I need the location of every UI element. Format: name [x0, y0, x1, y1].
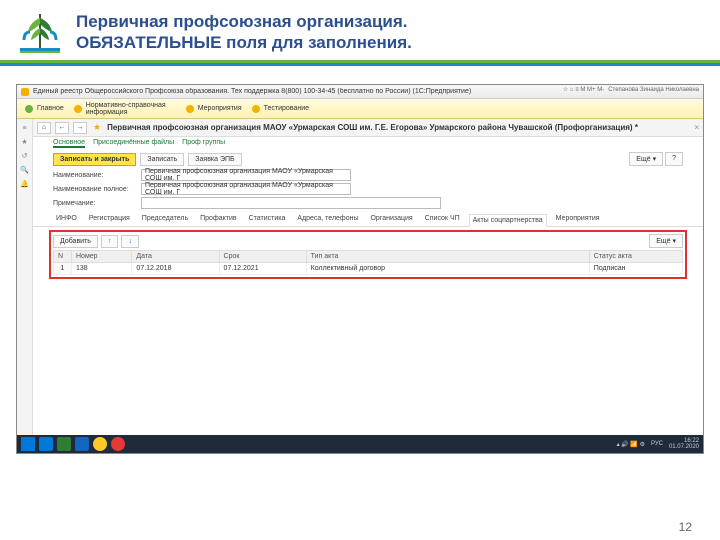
app-window: Единый реестр Общероссийского Профсоюза …	[16, 84, 704, 454]
field-note: Примечание:	[33, 196, 703, 210]
tab-info[interactable]: ИНФО	[53, 213, 80, 226]
tab-chp[interactable]: Список ЧП	[422, 213, 463, 226]
rail-bell-icon[interactable]: 🔔	[20, 179, 30, 189]
form-subtabs: Основное Присоединённые файлы Проф групп…	[33, 137, 703, 150]
close-tab-icon[interactable]: ×	[694, 123, 699, 132]
window-corner-controls[interactable]: ☆ ⌂ ≡ M M+ M- Степанова Зинаида Николаев…	[563, 86, 699, 93]
tray-icons[interactable]: ▴ 🔊 📶 ⚙	[617, 441, 645, 448]
acts-table: N Номер Дата Срок Тип акта Статус акта 1…	[53, 250, 683, 275]
task-icon[interactable]	[39, 437, 53, 451]
leaf-icon	[25, 105, 33, 113]
col-date[interactable]: Дата	[132, 251, 219, 263]
windows-taskbar[interactable]: ▴ 🔊 📶 ⚙ РУС 16:22 01.07.2020	[17, 435, 703, 453]
task-icon[interactable]	[111, 437, 125, 451]
window-titlebar[interactable]: Единый реестр Общероссийского Профсоюза …	[17, 85, 703, 99]
back-button[interactable]: ←	[55, 122, 69, 134]
menu-main[interactable]: Главное	[25, 105, 64, 113]
tab-chairman[interactable]: Председатель	[139, 213, 191, 226]
rail-star-icon[interactable]: ★	[20, 137, 30, 147]
start-button[interactable]	[21, 437, 35, 451]
window-user[interactable]: Степанова Зинаида Николаевна	[608, 87, 699, 93]
move-down-button[interactable]: ↓	[121, 235, 139, 248]
subtab-groups[interactable]: Проф группы	[182, 139, 225, 148]
task-icon[interactable]	[75, 437, 89, 451]
tab-profaktiv[interactable]: Профактив	[197, 213, 239, 226]
field-name: Наименование: Первичная профсоюзная орга…	[33, 168, 703, 182]
label-fullname: Наименование полное:	[53, 186, 137, 193]
main-menu: Главное Нормативно-справочная информация…	[17, 99, 703, 119]
tab-org[interactable]: Организация	[367, 213, 415, 226]
save-button[interactable]: Записать	[140, 153, 184, 166]
subtab-main[interactable]: Основное	[53, 139, 85, 148]
page-number: 12	[679, 520, 692, 534]
cell-type: Коллективный договор	[306, 263, 589, 275]
grid-more-button[interactable]: Ещё ▾	[649, 234, 683, 248]
input-fullname[interactable]: Первичная профсоюзная организация МАОУ «…	[141, 183, 351, 195]
help-button[interactable]: ?	[665, 152, 683, 166]
slide-title-line2: ОБЯЗАТЕЛЬНЫЕ поля для заполнения.	[76, 32, 704, 53]
tab-stats[interactable]: Статистика	[246, 213, 289, 226]
nav-toolbar: ⌂ ← → ★ Первичная профсоюзная организаци…	[33, 119, 703, 137]
grid-toolbar: Добавить ↑ ↓ Ещё ▾	[53, 234, 683, 248]
col-term[interactable]: Срок	[219, 251, 306, 263]
cell-status: Подписан	[589, 263, 682, 275]
task-icon[interactable]	[93, 437, 107, 451]
slide-header: Первичная профсоюзная организация. ОБЯЗА…	[0, 0, 720, 66]
add-button[interactable]: Добавить	[53, 235, 98, 248]
star-icon	[74, 105, 82, 113]
slide-title-line1: Первичная профсоюзная организация.	[76, 11, 704, 32]
menu-reference[interactable]: Нормативно-справочная информация	[74, 102, 176, 116]
tab-acts[interactable]: Акты соцпартнерства	[469, 214, 547, 227]
star-icon	[252, 105, 260, 113]
table-row[interactable]: 1 138 07.12.2018 07.12.2021 Коллективный…	[54, 263, 683, 275]
tab-registration[interactable]: Регистрация	[86, 213, 133, 226]
form-button-row: Записать и закрыть Записать Заявка ЭПБ Е…	[33, 150, 703, 168]
union-logo-icon	[16, 8, 64, 56]
field-fullname: Наименование полное: Первичная профсоюзн…	[33, 182, 703, 196]
forward-button[interactable]: →	[73, 122, 87, 134]
content-area: ⌂ ← → ★ Первичная профсоюзная организаци…	[33, 119, 703, 453]
cell-n: 1	[54, 263, 72, 275]
col-num[interactable]: Номер	[72, 251, 132, 263]
rail-history-icon[interactable]: ↺	[20, 151, 30, 161]
subtab-files[interactable]: Присоединённые файлы	[93, 139, 174, 148]
cell-date: 07.12.2018	[132, 263, 219, 275]
sign-button[interactable]: Заявка ЭПБ	[188, 153, 241, 166]
col-status[interactable]: Статус акта	[589, 251, 682, 263]
table-header-row: N Номер Дата Срок Тип акта Статус акта	[54, 251, 683, 263]
save-close-button[interactable]: Записать и закрыть	[53, 153, 136, 166]
input-name[interactable]: Первичная профсоюзная организация МАОУ «…	[141, 169, 351, 181]
left-rail: ≡ ★ ↺ 🔍 🔔	[17, 119, 33, 453]
cell-num: 138	[72, 263, 132, 275]
slide-title: Первичная профсоюзная организация. ОБЯЗА…	[76, 11, 704, 54]
task-icon[interactable]	[57, 437, 71, 451]
form-title: Первичная профсоюзная организация МАОУ «…	[107, 123, 690, 132]
tray-lang[interactable]: РУС	[651, 441, 663, 447]
rail-menu-icon[interactable]: ≡	[20, 123, 30, 133]
tray-date: 01.07.2020	[669, 444, 699, 450]
label-note: Примечание:	[53, 200, 137, 207]
menu-testing[interactable]: Тестирование	[252, 105, 309, 113]
favorite-icon[interactable]: ★	[91, 122, 103, 133]
system-tray[interactable]: ▴ 🔊 📶 ⚙ РУС 16:22 01.07.2020	[617, 438, 699, 450]
star-icon	[186, 105, 194, 113]
cell-term: 07.12.2021	[219, 263, 306, 275]
move-up-button[interactable]: ↑	[101, 235, 119, 248]
acts-grid-highlight: Добавить ↑ ↓ Ещё ▾ N Номер Дата Срок Тип…	[49, 230, 687, 279]
col-type[interactable]: Тип акта	[306, 251, 589, 263]
window-quick-icons[interactable]: ☆ ⌂ ≡ M M+ M-	[563, 86, 604, 93]
app-icon	[21, 88, 29, 96]
rail-search-icon[interactable]: 🔍	[20, 165, 30, 175]
menu-events[interactable]: Мероприятия	[186, 105, 242, 113]
inner-tabs: ИНФО Регистрация Председатель Профактив …	[33, 210, 703, 227]
more-button[interactable]: Ещё ▾	[629, 152, 663, 166]
input-note[interactable]	[141, 197, 441, 209]
home-button[interactable]: ⌂	[37, 122, 51, 134]
col-n[interactable]: N	[54, 251, 72, 263]
tab-address[interactable]: Адреса, телефоны	[294, 213, 361, 226]
label-name: Наименование:	[53, 172, 137, 179]
tab-events[interactable]: Мероприятия	[553, 213, 603, 226]
